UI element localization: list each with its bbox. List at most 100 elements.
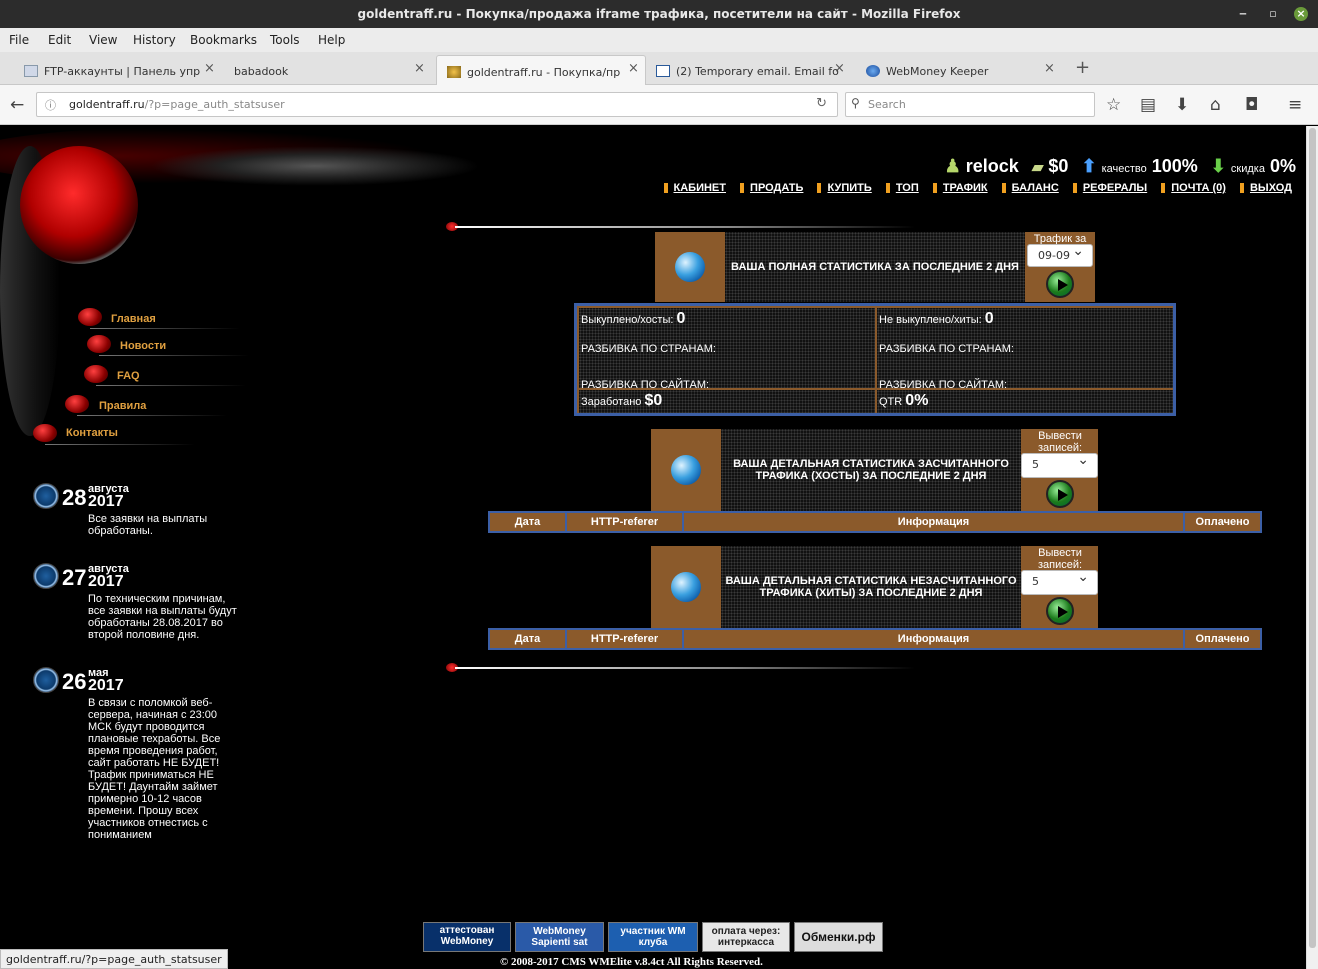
col-date: Дата <box>490 630 567 648</box>
banner-wm-club[interactable]: участник WM клуба <box>608 922 698 952</box>
tab-close-icon[interactable]: × <box>204 61 215 76</box>
close-icon[interactable]: × <box>1294 7 1308 21</box>
menu-tools[interactable]: Tools <box>270 33 300 47</box>
nav-cabinet[interactable]: КАБИНЕТ <box>674 182 726 194</box>
window-titlebar: goldentraff.ru - Покупка/продажа iframe … <box>0 0 1318 28</box>
by-country-label: РАЗБИВКА ПО СТРАНАМ: <box>879 343 1014 355</box>
nav-top[interactable]: ТОП <box>896 182 919 194</box>
nav-label: Правила <box>99 400 147 412</box>
tab-bar: FTP-аккаунты | Панель упр × babadook × g… <box>0 52 1318 85</box>
menu-help[interactable]: Help <box>318 33 345 47</box>
tab-close-icon[interactable]: × <box>628 61 639 76</box>
info-icon[interactable]: ⓘ <box>45 97 56 113</box>
news-item: 28 августа 2017 Все заявки на выплаты об… <box>33 483 243 543</box>
nav-faq[interactable]: FAQ <box>84 365 246 387</box>
menu-view[interactable]: View <box>89 33 117 47</box>
by-site-label: РАЗБИВКА ПО САЙТАМ: <box>581 379 710 391</box>
col-referer: HTTP-referer <box>567 630 684 648</box>
window-title: goldentraff.ru - Покупка/продажа iframe … <box>357 7 961 21</box>
menu-file[interactable]: File <box>9 33 29 47</box>
tab-goldentraff[interactable]: goldentraff.ru - Покупка/пр <box>436 55 646 85</box>
new-tab-icon[interactable]: + <box>1075 57 1090 78</box>
news-year: 2017 <box>88 677 124 694</box>
library-icon[interactable]: ▤ <box>1140 95 1156 115</box>
tab-ftp[interactable]: FTP-аккаунты | Панель упр <box>14 55 224 85</box>
banner-webmoney-attested[interactable]: аттестован WebMoney <box>423 922 511 952</box>
panel-icon-box <box>651 546 721 628</box>
nav-news[interactable]: Новости <box>87 335 249 357</box>
reload-icon[interactable]: ↻ <box>816 96 827 111</box>
bullet-icon <box>65 395 89 413</box>
clock-icon <box>33 563 59 589</box>
nav-logout[interactable]: ВЫХОД <box>1250 182 1292 194</box>
separator-line <box>455 226 915 228</box>
nav-rules[interactable]: Правила <box>65 395 235 417</box>
nav-label: Контакты <box>66 427 118 439</box>
records-label: Вывести записей: <box>1037 430 1083 454</box>
date-select[interactable]: 09-09 <box>1027 243 1093 267</box>
navigation-toolbar: ← ⓘ goldentraff.ru/?p=page_auth_statsuse… <box>0 85 1318 125</box>
news-text: Все заявки на выплаты обработаны. <box>88 513 208 537</box>
scrollbar-thumb[interactable] <box>1309 128 1316 948</box>
records-selector-box: Вывести записей: 5 <box>1021 546 1098 628</box>
menu-bookmarks[interactable]: Bookmarks <box>190 33 257 47</box>
nav-label: FAQ <box>117 370 140 382</box>
tab-label: goldentraff.ru - Покупка/пр <box>467 66 621 79</box>
nav-sell[interactable]: ПРОДАТЬ <box>750 182 803 194</box>
news-item: 27 августа 2017 По техническим причинам,… <box>33 563 243 643</box>
notbought-value: 0 <box>984 310 994 327</box>
qtr-value: 0% <box>905 392 929 409</box>
hits-stats-title: ВАША ДЕТАЛЬНАЯ СТАТИСТИКА НЕЗАСЧИТАННОГО… <box>721 546 1021 628</box>
records-select[interactable]: 5 <box>1021 569 1098 595</box>
bullet-icon <box>84 365 108 383</box>
arrow-up-icon: ⬆ <box>1081 156 1097 176</box>
maximize-icon[interactable]: ▫ <box>1266 7 1280 21</box>
news-day: 26 <box>62 669 87 694</box>
nav-label: Новости <box>120 340 167 352</box>
home-icon[interactable]: ⌂ <box>1210 95 1221 115</box>
search-input[interactable]: ⚲ Search <box>845 92 1095 117</box>
pocket-icon[interactable]: ◘ <box>1245 95 1258 115</box>
user-bar: ♟ relock ▰ $0 ⬆ качество 100% ⬇ скидка 0… <box>945 156 1296 177</box>
nav-contacts[interactable]: Контакты <box>33 424 195 446</box>
user-icon: ♟ <box>944 156 961 176</box>
nav-mail[interactable]: ПОЧТА (0) <box>1171 182 1226 194</box>
hamburger-menu-icon[interactable]: ≡ <box>1288 95 1302 115</box>
col-referer: HTTP-referer <box>567 513 684 531</box>
col-info: Информация <box>684 630 1185 648</box>
minimize-icon[interactable]: ‒ <box>1236 7 1250 21</box>
tab-close-icon[interactable]: × <box>1044 61 1055 76</box>
download-icon[interactable]: ⬇ <box>1175 95 1189 115</box>
bullet-icon <box>33 424 57 442</box>
records-select[interactable]: 5 <box>1021 452 1098 478</box>
nav-traffic[interactable]: ТРАФИК <box>943 182 988 194</box>
banner-interkassa[interactable]: оплата через: интеркасса <box>702 922 790 952</box>
tab-label: babadook <box>234 65 289 78</box>
nav-balance[interactable]: БАЛАНС <box>1012 182 1059 194</box>
full-stats-table: Выкуплено/хосты: 0 Не выкуплено/хиты: 0 … <box>574 303 1176 416</box>
scrollbar[interactable] <box>1306 126 1318 969</box>
by-country-label: РАЗБИВКА ПО СТРАНАМ: <box>581 343 716 355</box>
url-bar[interactable]: ⓘ goldentraff.ru/?p=page_auth_statsuser … <box>36 92 838 117</box>
menu-history[interactable]: History <box>133 33 176 47</box>
play-button[interactable] <box>1046 597 1074 625</box>
bookmark-star-icon[interactable]: ☆ <box>1106 95 1121 115</box>
banner-obmenki[interactable]: Обменки.рф <box>794 922 883 952</box>
arrow-down-icon: ⬇ <box>1210 156 1226 176</box>
top-navigation: КАБИНЕТ ПРОДАТЬ КУПИТЬ ТОП ТРАФИК БАЛАНС… <box>653 182 1293 194</box>
tab-temp-email[interactable]: (2) Temporary email. Email fo <box>646 55 854 85</box>
play-button[interactable] <box>1046 480 1074 508</box>
tab-close-icon[interactable]: × <box>414 61 425 76</box>
tab-close-icon[interactable]: × <box>834 61 845 76</box>
menu-edit[interactable]: Edit <box>48 33 71 47</box>
tab-babadook[interactable]: babadook <box>224 55 434 85</box>
traffic-selector-box: Трафик за 09-09 <box>1025 232 1095 302</box>
col-paid: Оплачено <box>1195 633 1250 645</box>
tab-webmoney[interactable]: WebMoney Keeper <box>856 55 1062 85</box>
nav-buy[interactable]: КУПИТЬ <box>827 182 871 194</box>
nav-referrals[interactable]: РЕФЕРАЛЫ <box>1083 182 1147 194</box>
banner-webmoney-sapienti[interactable]: WebMoney Sapienti sat <box>515 922 604 952</box>
nav-home[interactable]: Главная <box>78 308 240 330</box>
back-icon[interactable]: ← <box>10 95 24 115</box>
play-button[interactable] <box>1046 270 1074 298</box>
